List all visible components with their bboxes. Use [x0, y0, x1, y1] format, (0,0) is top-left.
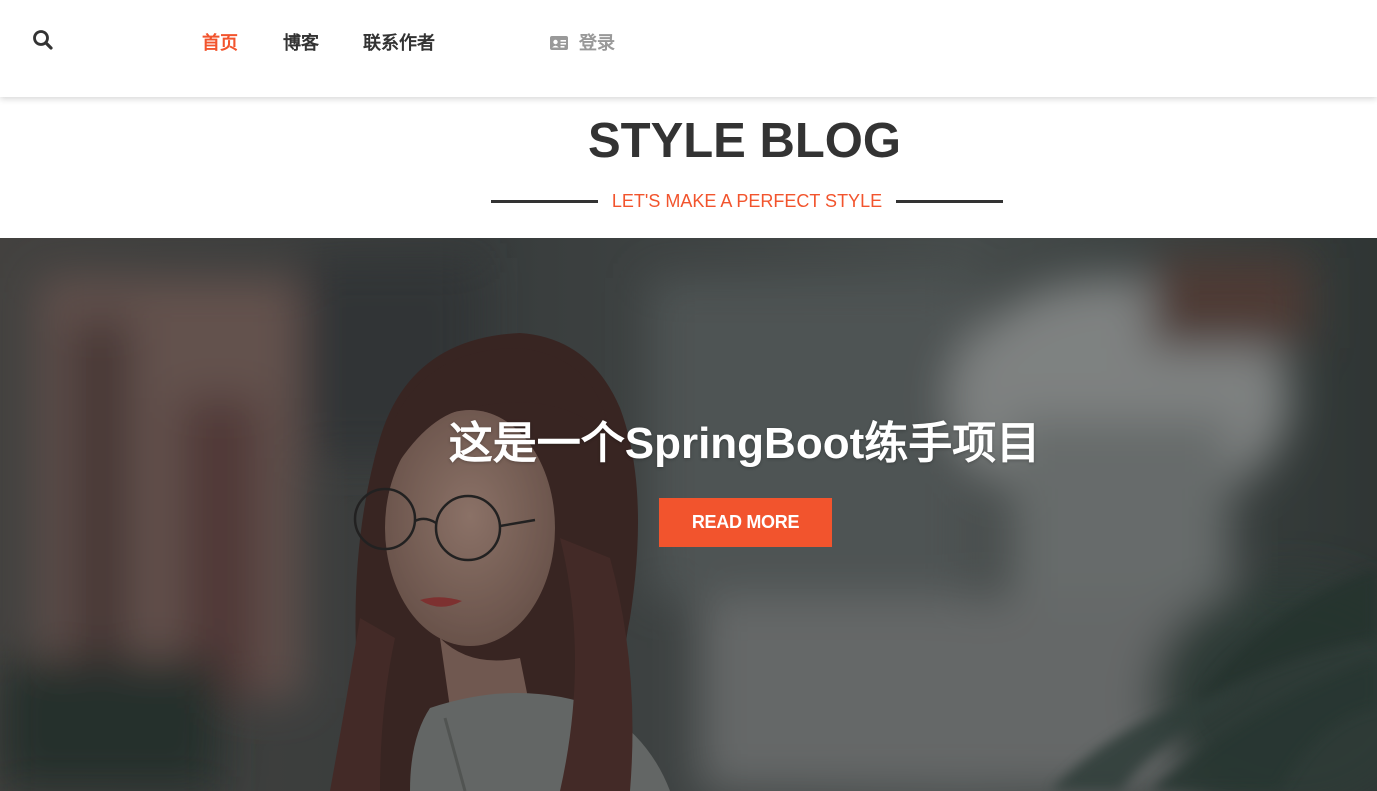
hero-title: 这是一个SpringBoot练手项目 — [448, 419, 1041, 468]
login-label: 登录 — [579, 33, 615, 53]
nav-item-blog[interactable]: 博客 — [283, 32, 319, 54]
site-title: STYLE BLOG — [587, 114, 902, 168]
brand-header: STYLE BLOG LET'S MAKE A PERFECT STYLE — [0, 97, 1377, 238]
nav-item-contact-author[interactable]: 联系作者 — [363, 32, 435, 54]
read-more-button[interactable]: READ MORE — [659, 498, 832, 547]
search-icon — [33, 30, 53, 50]
page: 首页 博客 联系作者 登录 STYLE BLOG LET'S MAKE A PE… — [0, 0, 1377, 791]
tagline-row: LET'S MAKE A PERFECT STYLE — [491, 189, 1003, 213]
tagline-divider-left — [491, 200, 598, 203]
id-card-icon — [550, 36, 568, 50]
nav-item-home[interactable]: 首页 — [202, 32, 238, 54]
login-link[interactable]: 登录 — [550, 32, 615, 54]
hero-banner: 这是一个SpringBoot练手项目 READ MORE — [0, 238, 1377, 791]
search-button[interactable] — [31, 28, 55, 52]
tagline-divider-right — [896, 200, 1003, 203]
top-navbar: 首页 博客 联系作者 登录 — [0, 0, 1377, 97]
site-tagline: LET'S MAKE A PERFECT STYLE — [611, 191, 883, 211]
